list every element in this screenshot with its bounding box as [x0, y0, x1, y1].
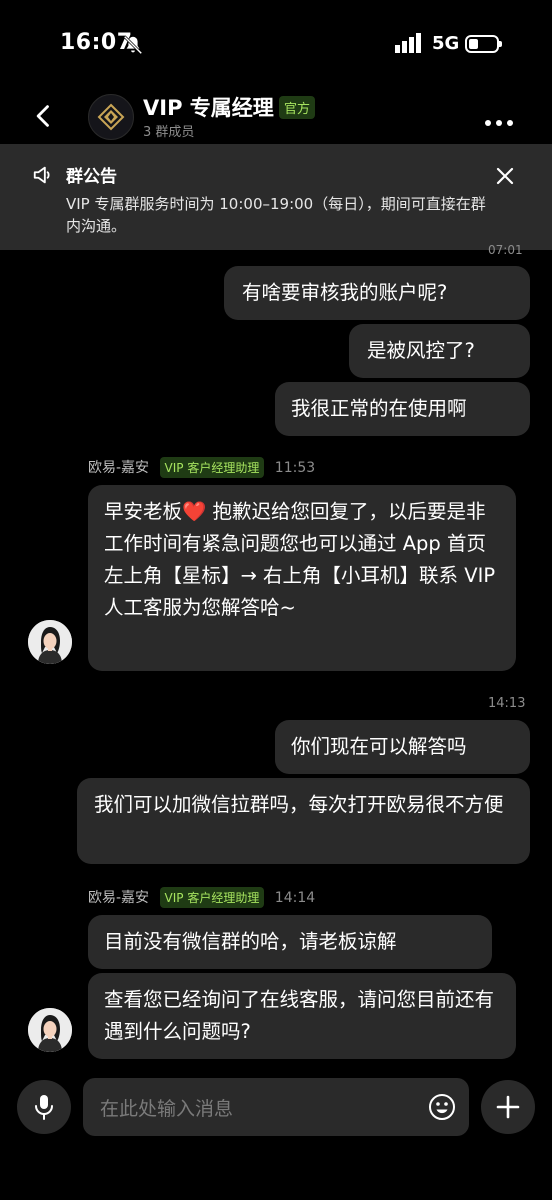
emoji-icon[interactable] [427, 1092, 457, 1122]
message-input[interactable]: 在此处输入消息 [83, 1078, 469, 1136]
status-bar: 16:07 5G [0, 0, 552, 90]
sender-name: 欧易-嘉安 [88, 890, 150, 906]
incoming-message[interactable]: 查看您已经询问了在线客服，请问您目前还有遇到什么问题吗? [88, 973, 516, 1059]
vip-logo-icon [97, 103, 125, 131]
mute-bell-icon [123, 35, 143, 55]
timestamp: 07:01 [488, 243, 523, 257]
official-badge: 官方 [279, 96, 316, 119]
outgoing-message[interactable]: 有啥要审核我的账户呢? [224, 266, 530, 320]
message-time: 14:14 [274, 890, 316, 906]
plus-icon [496, 1095, 520, 1119]
message-text: 查看您已经询问了在线客服，请问您目前还有遇到什么问题吗? [104, 988, 495, 1043]
group-announcement[interactable]: 群公告 VIP 专属群服务时间为 10:00–19:00（每日），期间可直接在群… [0, 144, 552, 250]
message-input-placeholder: 在此处输入消息 [100, 1098, 234, 1120]
heart-icon: ❤️ [182, 500, 207, 523]
timestamp: 14:13 [488, 696, 526, 711]
announcement-body: VIP 专属群服务时间为 10:00–19:00（每日），期间可直接在群内沟通。 [66, 195, 486, 235]
signal-icon [395, 33, 421, 53]
message-text: 有啥要审核我的账户呢? [242, 281, 448, 304]
outgoing-message[interactable]: 你们现在可以解答吗 [275, 720, 530, 774]
agent-avatar[interactable] [28, 620, 72, 664]
group-avatar[interactable] [88, 94, 134, 140]
message-text: 是被风控了? [367, 339, 475, 362]
chevron-left-icon[interactable] [30, 102, 58, 130]
sender-name: 欧易-嘉安 [88, 460, 150, 476]
close-icon[interactable] [495, 166, 515, 186]
sender-role-badge: VIP 客户经理助理 [159, 887, 265, 908]
incoming-message[interactable]: 目前没有微信群的哈，请老板谅解 [88, 915, 492, 969]
message-text: 我很正常的在使用啊 [291, 397, 467, 420]
battery-icon [465, 35, 502, 53]
chat-header: VIP 专属经理 官方 3 群成员 [0, 88, 552, 144]
agent-avatar[interactable] [28, 1008, 72, 1052]
message-text: 我们可以加微信拉群吗，每次打开欧易很不方便 [94, 793, 504, 816]
sender-role-badge: VIP 客户经理助理 [159, 457, 265, 478]
plus-button[interactable] [481, 1080, 535, 1134]
voice-button[interactable] [17, 1080, 71, 1134]
chat-title: VIP 专属经理 [143, 96, 274, 120]
microphone-icon [35, 1095, 53, 1120]
more-dots-icon[interactable] [485, 111, 519, 126]
network-type: 5G [432, 33, 460, 54]
message-text: 早安老板 [104, 500, 183, 523]
member-count[interactable]: 3 群成员 [143, 121, 194, 140]
incoming-message[interactable]: 早安老板❤️ 抱歉迟给您回复了，以后要是非工作时间有紧急问题您也可以通过 App… [88, 485, 516, 671]
sender-info: 欧易-嘉安 VIP 客户经理助理 14:14 [88, 887, 315, 908]
outgoing-message[interactable]: 我们可以加微信拉群吗，每次打开欧易很不方便 [77, 778, 530, 864]
message-time: 11:53 [274, 460, 316, 476]
message-text: 目前没有微信群的哈，请老板谅解 [104, 930, 397, 953]
outgoing-message[interactable]: 我很正常的在使用啊 [275, 382, 530, 436]
announcement-title: 群公告 [66, 167, 117, 187]
message-text: 你们现在可以解答吗 [291, 735, 467, 758]
sender-info: 欧易-嘉安 VIP 客户经理助理 11:53 [88, 457, 315, 478]
outgoing-message[interactable]: 是被风控了? [349, 324, 530, 378]
megaphone-icon [33, 166, 50, 184]
